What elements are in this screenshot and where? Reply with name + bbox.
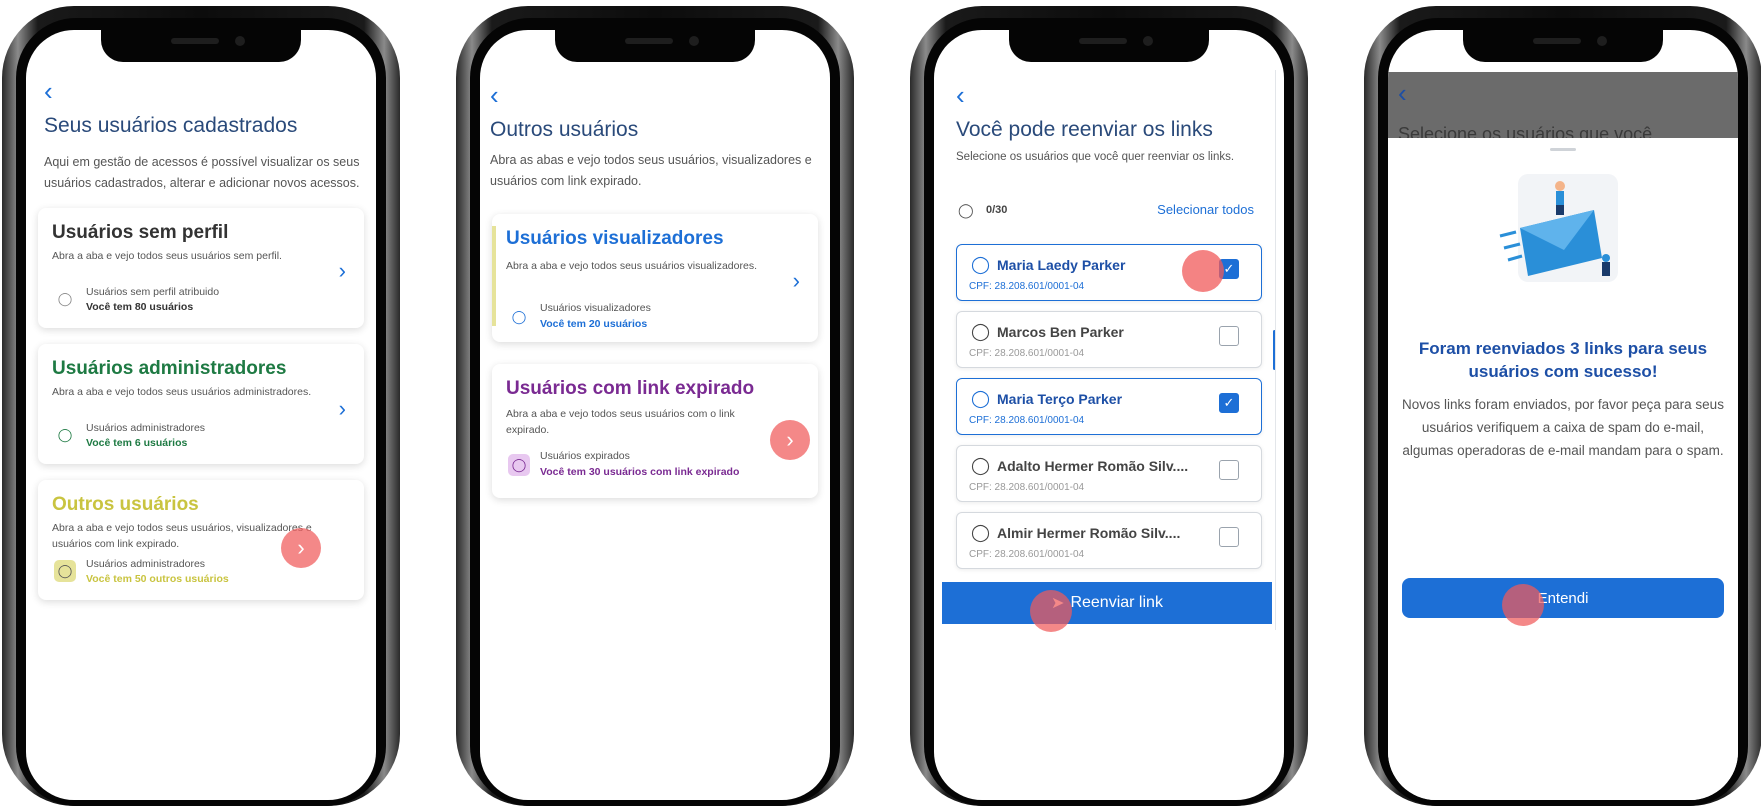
user-cpf: CPF: 28.208.601/0001-04: [969, 482, 1085, 493]
card-accent-bar: [492, 226, 496, 326]
page-title: Outros usuários: [490, 118, 639, 141]
selection-counter: 0/30: [986, 204, 1008, 216]
resend-link-label: Reenviar link: [1070, 594, 1163, 611]
success-text: Novos links foram enviados, por favor pe…: [1402, 397, 1724, 458]
user-checkbox[interactable]: [1219, 460, 1239, 480]
page-title: Seus usuários cadastrados: [44, 114, 298, 137]
user-cpf: CPF: 28.208.601/0001-04: [969, 348, 1085, 359]
card-description: Abra a aba e vejo todos seus usuários ad…: [52, 386, 312, 398]
user-name: Almir Hermer Romão Silv....: [997, 525, 1181, 541]
back-icon[interactable]: ‹: [44, 78, 53, 104]
card-description: Abra a aba e vejo todos seus usuários vi…: [506, 260, 757, 272]
user-icon: ◯: [508, 454, 530, 476]
scroll-track: [1275, 70, 1276, 630]
users-counter-icon: ◯: [958, 202, 974, 218]
understood-button[interactable]: Entendi: [1402, 578, 1724, 618]
user-icon: ◯: [511, 309, 527, 324]
back-icon[interactable]: ‹: [956, 82, 965, 108]
resend-link-button[interactable]: ➤ Reenviar link: [942, 582, 1272, 624]
user-checkbox[interactable]: ✓: [1219, 393, 1239, 413]
chevron-right-icon[interactable]: ›: [339, 396, 346, 422]
users-group-icon: ◯: [54, 560, 76, 582]
user-name: Marcos Ben Parker: [997, 324, 1124, 340]
user-row[interactable]: ◯ Almir Hermer Romão Silv.... CPF: 28.20…: [956, 512, 1262, 569]
phone-frame-3: ‹ Você pode reenviar os links Selecione …: [910, 6, 1308, 806]
understood-label: Entendi: [1537, 589, 1589, 607]
page-description: Aqui em gestão de acessos é possível vis…: [44, 155, 360, 190]
screen-outros-usuarios: ‹ Outros usuários Abra as abas e vejo to…: [480, 30, 830, 800]
back-icon: ‹: [1398, 78, 1407, 108]
card-usuarios-administradores[interactable]: Usuários administradores Abra a aba e ve…: [38, 344, 364, 464]
user-row[interactable]: ◯ Marcos Ben Parker CPF: 28.208.601/0001…: [956, 311, 1262, 368]
user-checkbox[interactable]: [1219, 527, 1239, 547]
user-icon: ◯: [971, 322, 991, 341]
user-cpf: CPF: 28.208.601/0001-04: [969, 415, 1085, 426]
tap-indicator[interactable]: [1030, 590, 1072, 632]
tap-indicator[interactable]: [1182, 250, 1224, 292]
card-usuarios-visualizadores[interactable]: Usuários visualizadores Abra a aba e vej…: [492, 214, 818, 342]
user-checkbox[interactable]: [1219, 326, 1239, 346]
tap-indicator[interactable]: [1502, 584, 1544, 626]
envelope-illustration-icon: [1498, 166, 1628, 286]
user-row[interactable]: ◯ Maria Terço Parker CPF: 28.208.601/000…: [956, 378, 1262, 435]
back-icon[interactable]: ‹: [490, 82, 499, 108]
bottom-sheet: Foram reenviados 3 links para seus usuár…: [1388, 138, 1738, 800]
phone-notch: [101, 30, 301, 62]
stat-value: Você tem 6 usuários: [86, 437, 188, 449]
user-icon: ◯: [57, 427, 73, 442]
sheet-handle[interactable]: [1550, 148, 1576, 151]
background-title: Selecione os usuários que você: [1398, 124, 1653, 138]
stat-label: Usuários administradores: [86, 558, 206, 570]
user-icon: ◯: [57, 291, 73, 306]
card-title: Usuários com link expirado: [506, 378, 755, 399]
screen-reenviar-links: ‹ Você pode reenviar os links Selecione …: [934, 30, 1284, 800]
user-name: Maria Terço Parker: [997, 391, 1123, 407]
card-usuarios-sem-perfil[interactable]: Usuários sem perfil Abra a aba e vejo to…: [38, 208, 364, 328]
phone-frame-2: ‹ Outros usuários Abra as abas e vejo to…: [456, 6, 854, 806]
phone-notch: [1009, 30, 1209, 62]
user-cpf: CPF: 28.208.601/0001-04: [969, 281, 1085, 292]
stat-label: Usuários sem perfil atribuido: [86, 286, 220, 298]
stat-label: Usuários expirados: [540, 450, 630, 462]
card-description: Abra a aba e vejo todos seus usuários se…: [52, 250, 282, 262]
stat-label: Usuários visualizadores: [540, 302, 651, 314]
user-cpf: CPF: 28.208.601/0001-04: [969, 549, 1085, 560]
page-description: Abra as abas e vejo todos seus usuários,…: [490, 153, 812, 188]
page-description: Selecione os usuários que você quer reen…: [956, 151, 1235, 163]
page-title: Você pode reenviar os links: [956, 118, 1213, 141]
card-description: Abra a aba e vejo todos seus usuários co…: [506, 408, 735, 437]
stat-value: Você tem 20 usuários: [540, 318, 648, 330]
dimmed-background: ‹ Selecione os usuários que você: [1388, 72, 1738, 138]
user-name: Adalto Hermer Romão Silv....: [997, 458, 1189, 474]
tap-indicator[interactable]: ›: [770, 420, 810, 460]
chevron-right-icon[interactable]: ›: [793, 268, 800, 294]
success-title: Foram reenviados 3 links para seus usuár…: [1418, 339, 1708, 381]
card-title: Usuários visualizadores: [506, 228, 724, 249]
user-row[interactable]: ◯ Adalto Hermer Romão Silv.... CPF: 28.2…: [956, 445, 1262, 502]
stat-value: Você tem 30 usuários com link expirado: [540, 466, 740, 478]
phone-frame-1: ‹ Seus usuários cadastrados Aqui em gest…: [2, 6, 400, 806]
card-title: Outros usuários: [52, 494, 199, 515]
phone-notch: [555, 30, 755, 62]
card-title: Usuários sem perfil: [52, 222, 229, 243]
user-icon: ◯: [971, 523, 991, 542]
select-all-link[interactable]: Selecionar todos: [1157, 202, 1254, 217]
card-title: Usuários administradores: [52, 358, 287, 379]
tap-indicator[interactable]: ›: [281, 528, 321, 568]
screen-seus-usuarios: ‹ Seus usuários cadastrados Aqui em gest…: [26, 30, 376, 800]
chevron-right-icon: ›: [786, 427, 794, 452]
stat-label: Usuários administradores: [86, 422, 206, 434]
screen-success-modal: ‹ Selecione os usuários que você Foram r…: [1388, 30, 1738, 800]
stat-value: Você tem 50 outros usuários: [86, 573, 229, 585]
stat-value: Você tem 80 usuários: [86, 301, 194, 313]
user-name: Maria Laedy Parker: [997, 257, 1126, 273]
chevron-right-icon[interactable]: ›: [339, 258, 346, 284]
phone-frame-4: ‹ Selecione os usuários que você Foram r…: [1364, 6, 1761, 806]
phone-notch: [1463, 30, 1663, 62]
user-icon: ◯: [971, 389, 991, 408]
user-icon: ◯: [971, 456, 991, 475]
chevron-right-icon: ›: [297, 535, 305, 560]
user-icon: ◯: [971, 255, 991, 274]
